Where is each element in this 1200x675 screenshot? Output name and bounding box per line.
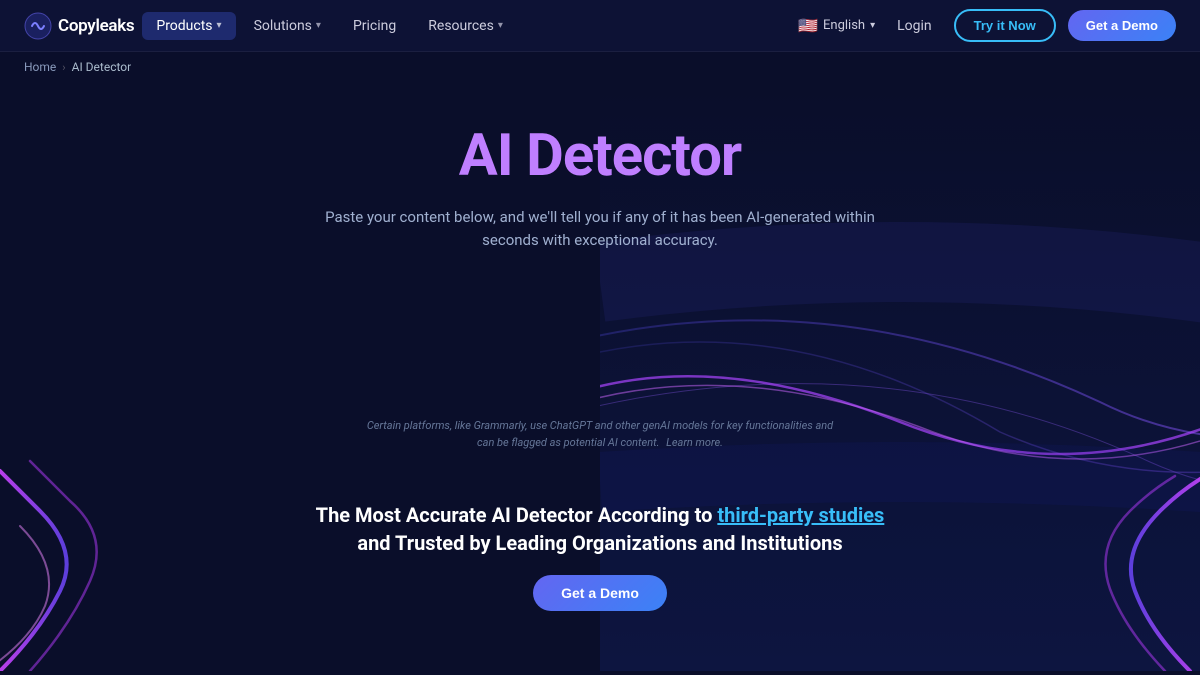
bottom-cta-title: The Most Accurate AI Detector According … [300, 501, 900, 557]
navbar: Copyleaks Products ▾ Solutions ▾ Pricing… [0, 0, 1200, 52]
nav-products[interactable]: Products ▾ [142, 12, 235, 40]
solutions-chevron-icon: ▾ [316, 20, 321, 31]
login-button[interactable]: Login [887, 12, 942, 40]
disclaimer-learn-more-link[interactable]: Learn more. [666, 436, 723, 449]
nav-pricing[interactable]: Pricing [339, 12, 410, 40]
lang-chevron-icon: ▾ [870, 20, 875, 31]
get-demo-bottom-button[interactable]: Get a Demo [533, 575, 667, 611]
nav-resources[interactable]: Resources ▾ [414, 12, 517, 40]
nav-right: 🇺🇸 English ▾ Login Try it Now Get a Demo [798, 9, 1176, 42]
third-party-studies-link[interactable]: third-party studies [717, 503, 884, 527]
language-selector[interactable]: 🇺🇸 English ▾ [798, 16, 875, 35]
logo[interactable]: Copyleaks [24, 12, 134, 40]
breadcrumb-separator: › [62, 61, 65, 74]
hero-subtitle: Paste your content below, and we'll tell… [320, 206, 880, 251]
get-demo-nav-button[interactable]: Get a Demo [1068, 10, 1176, 41]
hero-content: AI Detector Paste your content below, an… [320, 122, 880, 281]
hero-section: AI Detector Paste your content below, an… [0, 82, 1200, 671]
hero-title: AI Detector [459, 122, 741, 190]
breadcrumb-current: AI Detector [72, 60, 132, 74]
products-chevron-icon: ▾ [217, 20, 222, 31]
try-now-button[interactable]: Try it Now [954, 9, 1056, 42]
disclaimer-text: Certain platforms, like Grammarly, use C… [360, 418, 840, 451]
flag-icon: 🇺🇸 [798, 16, 818, 35]
copyleaks-logo-icon [24, 12, 52, 40]
breadcrumb-home[interactable]: Home [24, 60, 56, 74]
nav-links: Products ▾ Solutions ▾ Pricing Resources… [142, 12, 798, 40]
bottom-section: Certain platforms, like Grammarly, use C… [0, 418, 1200, 611]
breadcrumb: Home › AI Detector [0, 52, 1200, 82]
logo-text: Copyleaks [58, 16, 134, 36]
nav-solutions[interactable]: Solutions ▾ [240, 12, 335, 40]
resources-chevron-icon: ▾ [498, 20, 503, 31]
